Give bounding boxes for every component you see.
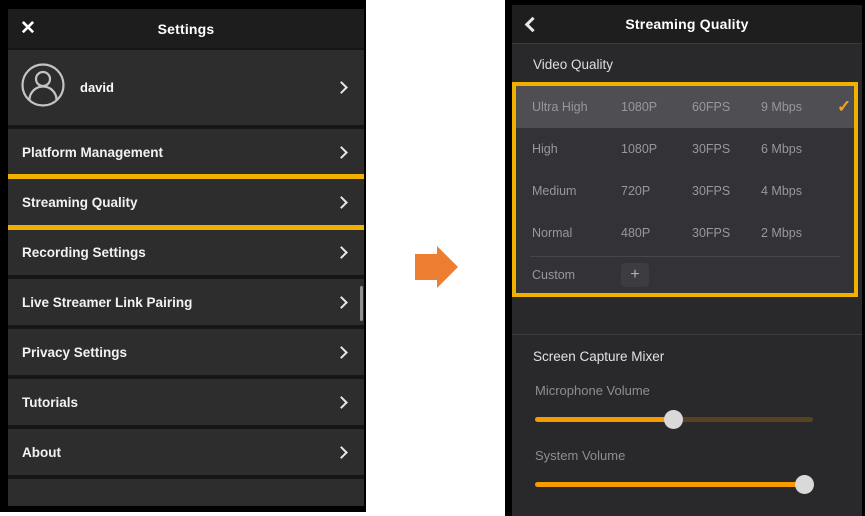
quality-option-row[interactable]: High 1080P 30FPS 6 Mbps xyxy=(516,128,854,170)
video-quality-label: Video Quality xyxy=(533,57,862,72)
slider-label: Microphone Volume xyxy=(535,383,862,398)
quality-resolution: 1080P xyxy=(621,142,692,156)
section-divider xyxy=(512,334,862,335)
quality-option-row[interactable]: Medium 720P 30FPS 4 Mbps xyxy=(516,170,854,212)
quality-fps: 60FPS xyxy=(692,100,761,114)
video-quality-table: Ultra High 1080P 60FPS 9 Mbps ✓ High 108… xyxy=(512,82,858,297)
slider-label: System Volume xyxy=(535,448,862,463)
settings-title: Settings xyxy=(8,21,364,37)
quality-bitrate: 2 Mbps xyxy=(761,226,837,240)
mixer-sliders: Microphone Volume System Volume xyxy=(512,383,862,494)
volume-slider[interactable] xyxy=(535,475,813,494)
chevron-right-icon xyxy=(335,81,348,94)
settings-screen: ✕ Settings david Platform Management Str… xyxy=(0,0,366,512)
streaming-quality-body: Streaming Quality Video Quality Ultra Hi… xyxy=(512,5,862,516)
quality-fps: 30FPS xyxy=(692,142,761,156)
settings-menu-item[interactable]: Recording Settings xyxy=(8,229,364,275)
arrow-shaft xyxy=(415,254,437,280)
chevron-right-icon xyxy=(335,196,348,209)
screenshot-canvas: ✕ Settings david Platform Management Str… xyxy=(0,0,865,516)
quality-name: Normal xyxy=(532,226,621,240)
custom-label: Custom xyxy=(532,268,621,282)
avatar-icon xyxy=(20,62,66,113)
volume-slider[interactable] xyxy=(535,410,813,429)
arrow-head xyxy=(437,246,458,288)
quality-fps: 30FPS xyxy=(692,184,761,198)
chevron-right-icon xyxy=(335,346,348,359)
streaming-quality-title: Streaming Quality xyxy=(512,16,862,32)
plus-icon: + xyxy=(630,267,639,283)
custom-quality-row: Custom + xyxy=(516,257,854,293)
quality-bitrate: 9 Mbps xyxy=(761,100,837,114)
quality-bitrate: 4 Mbps xyxy=(761,184,837,198)
slider-fill xyxy=(535,417,674,422)
quality-name: Medium xyxy=(532,184,621,198)
add-custom-quality-button[interactable]: + xyxy=(621,263,649,287)
slider-thumb[interactable] xyxy=(795,475,814,494)
profile-row[interactable]: david xyxy=(8,50,364,125)
quality-resolution: 480P xyxy=(621,226,692,240)
settings-menu: Platform Management Streaming Quality Re… xyxy=(8,125,364,475)
settings-menu-item[interactable]: Privacy Settings xyxy=(8,329,364,375)
check-icon: ✓ xyxy=(837,97,851,117)
quality-option-row[interactable]: Ultra High 1080P 60FPS 9 Mbps ✓ xyxy=(516,86,854,128)
streaming-quality-header: Streaming Quality xyxy=(512,5,862,44)
streaming-quality-screen: Streaming Quality Video Quality Ultra Hi… xyxy=(505,0,865,516)
slider-fill xyxy=(535,482,805,487)
settings-menu-item[interactable]: Live Streamer Link Pairing xyxy=(8,279,364,325)
chevron-right-icon xyxy=(335,396,348,409)
quality-resolution: 720P xyxy=(621,184,692,198)
settings-menu-item[interactable]: Streaming Quality xyxy=(8,179,364,225)
quality-resolution: 1080P xyxy=(621,100,692,114)
transition-arrow xyxy=(415,246,458,288)
quality-name: Ultra High xyxy=(532,100,621,114)
chevron-right-icon xyxy=(335,246,348,259)
volume-slider-group: Microphone Volume xyxy=(512,383,862,429)
mixer-section-label: Screen Capture Mixer xyxy=(533,349,862,364)
settings-menu-item[interactable]: Platform Management xyxy=(8,129,364,175)
chevron-right-icon xyxy=(335,446,348,459)
quality-options: Ultra High 1080P 60FPS 9 Mbps ✓ High 108… xyxy=(516,86,854,254)
quality-fps: 30FPS xyxy=(692,226,761,240)
chevron-right-icon xyxy=(335,146,348,159)
settings-menu-item[interactable]: About xyxy=(8,429,364,475)
quality-name: High xyxy=(532,142,621,156)
volume-slider-group: System Volume xyxy=(512,448,862,494)
quality-bitrate: 6 Mbps xyxy=(761,142,837,156)
settings-header: ✕ Settings xyxy=(8,9,364,48)
settings-screen-body: ✕ Settings david Platform Management Str… xyxy=(8,9,364,506)
scrollbar-thumb[interactable] xyxy=(360,286,363,321)
chevron-right-icon xyxy=(335,296,348,309)
profile-name: david xyxy=(80,80,337,95)
slider-thumb[interactable] xyxy=(664,410,683,429)
empty-row xyxy=(8,479,364,506)
quality-option-row[interactable]: Normal 480P 30FPS 2 Mbps xyxy=(516,212,854,254)
settings-menu-item[interactable]: Tutorials xyxy=(8,379,364,425)
